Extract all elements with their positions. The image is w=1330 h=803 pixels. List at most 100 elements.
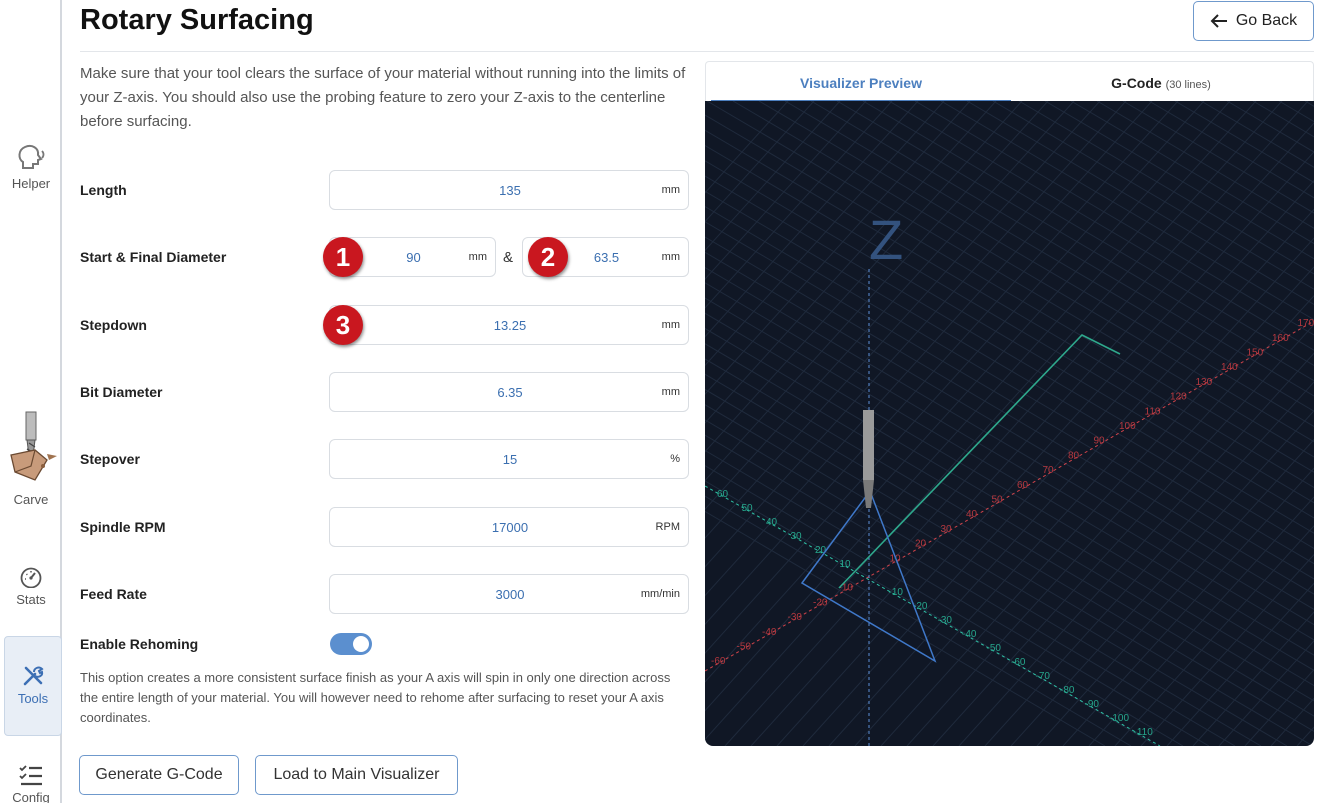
sidebar-item-stats[interactable]: Stats	[0, 566, 62, 607]
sidebar-item-label: Stats	[16, 592, 46, 607]
x-tick-label: 90	[1094, 436, 1106, 447]
grid-line	[705, 114, 1314, 473]
checklist-icon	[19, 765, 42, 786]
sidebar-item-carve[interactable]: Carve	[0, 410, 62, 507]
gauge-icon	[20, 567, 42, 588]
tab-gcode[interactable]: G-Code (30 lines)	[1011, 62, 1311, 102]
go-back-label: Go Back	[1235, 12, 1298, 29]
grid-line	[1010, 410, 1314, 746]
y-tick-label: 50	[742, 503, 754, 514]
grid-line	[1218, 640, 1314, 746]
tools-icon	[23, 666, 44, 686]
sidebar-item-tools[interactable]: Tools	[4, 636, 62, 736]
grid-line	[705, 282, 1314, 641]
sidebar-item-label: Config	[12, 790, 50, 803]
diameter-separator: &	[503, 249, 514, 266]
bit-diameter-unit: mm	[661, 386, 680, 398]
grid-line	[705, 221, 1314, 580]
visualizer-canvas[interactable]: -60 -50 -40 -30 -20 -10 10 20 30 40 50 60 70 80 90 100 1…	[705, 101, 1314, 746]
bit-diameter-input[interactable]: 6.35 mm	[329, 372, 689, 412]
sidebar-item-helper[interactable]: Helper	[0, 142, 62, 191]
grid-line	[705, 297, 1314, 656]
y-tick-label: -60	[1011, 657, 1026, 668]
go-back-button[interactable]: Go Back	[1193, 1, 1314, 41]
x-tick-label: 140	[1221, 362, 1238, 373]
y-tick-label: 10	[840, 559, 852, 570]
start-diameter-unit: mm	[468, 251, 487, 263]
header-divider	[80, 51, 1314, 52]
tab-visualizer-preview[interactable]: Visualizer Preview	[711, 62, 1011, 102]
x-tick-label: -10	[839, 583, 854, 594]
visualizer-scene: -60 -50 -40 -30 -20 -10 10 20 30 40 50 60 70 80 90 100 1…	[705, 101, 1314, 746]
grid-line	[706, 101, 1314, 458]
callout-badge-3: 3	[323, 305, 363, 345]
grid-line	[705, 312, 1314, 671]
grid-line	[984, 381, 1314, 746]
sidebar-item-label: Tools	[17, 691, 49, 706]
grid-line	[705, 251, 1314, 610]
x-tick-label: 70	[1043, 465, 1055, 476]
x-tick-label: 160	[1272, 333, 1289, 344]
grid-line	[1166, 582, 1314, 746]
grid-line	[705, 388, 1314, 746]
grid-line	[724, 101, 1309, 746]
length-unit: mm	[661, 184, 680, 196]
length-value: 135	[499, 183, 521, 198]
generate-gcode-button[interactable]: Generate G-Code	[79, 755, 239, 795]
carve-icon	[10, 411, 57, 481]
tool-bit	[863, 410, 874, 480]
x-tick-label: 130	[1196, 377, 1213, 388]
grid-line	[1174, 101, 1314, 184]
y-tick-label: -40	[962, 629, 977, 640]
spindle-rpm-value: 17000	[491, 520, 529, 535]
stepdown-value: 13.25	[493, 318, 527, 333]
stepdown-input[interactable]: 13.25 mm	[329, 305, 689, 345]
rehoming-label: Enable Rehoming	[80, 636, 199, 652]
x-tick-label: 110	[1145, 406, 1161, 417]
grid	[705, 101, 1314, 746]
x-tick-label: -20	[813, 597, 828, 608]
load-main-visualizer-button[interactable]: Load to Main Visualizer	[255, 755, 458, 795]
bit-diameter-label: Bit Diameter	[80, 384, 163, 400]
x-tick-label: -40	[762, 627, 777, 638]
grid-line	[1192, 611, 1314, 746]
grid-line	[705, 327, 1314, 687]
y-tick-label: -70	[1036, 671, 1051, 682]
stepover-input[interactable]: 15 %	[329, 439, 689, 479]
y-tick-label: 40	[766, 517, 778, 528]
feed-rate-input[interactable]: 3000 mm/min	[329, 574, 689, 614]
grid-line	[705, 190, 1314, 549]
rehoming-description: This option creates a more consistent su…	[80, 670, 671, 725]
length-label: Length	[80, 182, 127, 198]
x-tick-label: 50	[992, 495, 1004, 506]
feed-rate-label: Feed Rate	[80, 586, 147, 602]
x-tick-label: 120	[1170, 392, 1187, 403]
x-tick-label: 20	[915, 539, 927, 550]
toggle-knob	[353, 636, 369, 652]
sidebar-item-config[interactable]: Config	[0, 764, 62, 803]
y-tick-label: 30	[791, 531, 803, 542]
intro-text: Make sure that your tool clears the surf…	[80, 65, 686, 130]
x-tick-label: -30	[788, 612, 803, 623]
length-input[interactable]: 135 mm	[329, 170, 689, 210]
rehoming-toggle[interactable]	[330, 633, 372, 655]
y-tick-label: 20	[815, 545, 827, 556]
grid-line	[705, 205, 1314, 565]
page-title: Rotary Surfacing	[80, 4, 314, 36]
stepdown-unit: mm	[661, 319, 680, 331]
y-tick-label: -10	[889, 587, 904, 598]
grid-line	[705, 434, 1236, 746]
tab-gcode-label: G-Code	[1111, 75, 1162, 91]
callout-badge-1: 1	[323, 237, 363, 277]
grid-line	[705, 510, 1106, 746]
callout-badge-2: 2	[528, 237, 568, 277]
grid-line	[705, 358, 1314, 717]
y-tick-label: -90	[1085, 699, 1100, 710]
grid-line	[705, 175, 1314, 534]
x-tick-label: 170	[1298, 318, 1315, 329]
spindle-rpm-input[interactable]: 17000 RPM	[329, 507, 689, 547]
grid-line	[776, 151, 1314, 746]
stepover-value: 15	[502, 452, 518, 467]
spindle-rpm-unit: RPM	[655, 521, 680, 533]
grid-line	[750, 122, 1314, 746]
